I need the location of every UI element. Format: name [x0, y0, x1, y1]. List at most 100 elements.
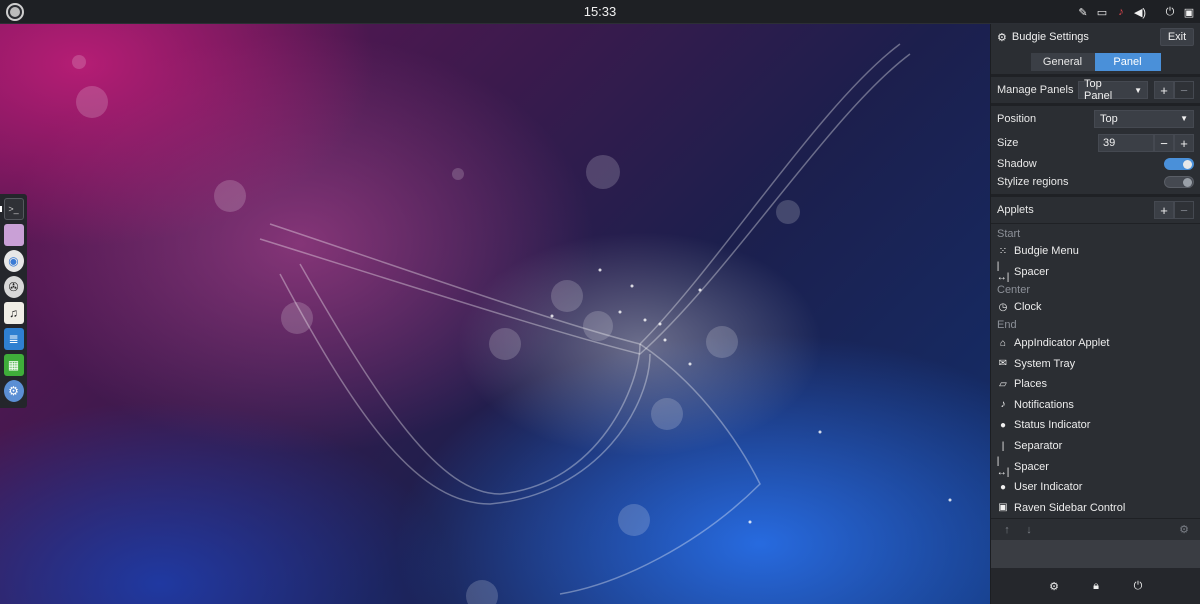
user-icon: ●	[999, 481, 1007, 493]
dock-item-software[interactable]: ✇	[0, 276, 27, 298]
list-item[interactable]: ▣ Raven Sidebar Control	[991, 498, 1200, 519]
list-item[interactable]: ✉ System Tray	[991, 353, 1200, 374]
writer-icon: ≣	[3, 328, 24, 350]
tab-panel[interactable]: Panel	[1094, 53, 1161, 71]
gear-icon: ⚙	[997, 31, 1007, 44]
dock-item-terminal[interactable]: >_	[0, 198, 27, 220]
applet-settings-button[interactable]: ⚙	[1174, 521, 1194, 539]
dock-item-files[interactable]	[0, 224, 27, 246]
applet-list: Start ⁙ Budgie Menu |↔| Spacer Center ◷ Clo…	[991, 226, 1200, 518]
tab-general[interactable]: General	[1030, 53, 1095, 71]
appindicator-icon[interactable]: ✎	[1076, 4, 1090, 20]
applet-label: Clock	[1014, 301, 1042, 314]
toggle-knob	[1183, 178, 1192, 187]
remove-panel-button[interactable]: −	[1174, 81, 1194, 99]
power-icon[interactable]: ⏻	[1163, 4, 1177, 20]
list-item[interactable]: ● User Indicator	[991, 477, 1200, 498]
list-item[interactable]: | Separator	[991, 436, 1200, 457]
stylize-label: Stylize regions	[997, 176, 1069, 188]
panel-select[interactable]: Top Panel ▼	[1078, 78, 1148, 102]
add-applet-button[interactable]: +	[1154, 201, 1174, 219]
applet-label: Places	[1014, 378, 1048, 391]
list-item[interactable]: ⌂ AppIndicator Applet	[991, 333, 1200, 354]
shadow-toggle[interactable]	[1164, 158, 1194, 170]
dock-item-calc[interactable]: ▦	[0, 354, 27, 376]
section-start: Start	[997, 227, 1021, 240]
dock-item-web-browser[interactable]: ◉	[0, 250, 27, 272]
applet-label: Budgie Menu	[1014, 245, 1079, 258]
calc-icon: ▦	[3, 354, 24, 376]
desktop-wallpaper	[0, 24, 990, 604]
settings-header: ⚙ Budgie Settings Exit	[991, 24, 1200, 50]
bell-icon: ♪	[1000, 399, 1006, 411]
list-item[interactable]: ▱ Places	[991, 374, 1200, 395]
spacer-icon: |↔|	[996, 260, 1010, 283]
size-increase-button[interactable]: +	[1174, 134, 1194, 152]
size-row: Size 39 − +	[991, 131, 1200, 155]
notifications-icon[interactable]: ♪	[1114, 4, 1128, 20]
applet-label: Notifications	[1014, 398, 1074, 411]
lock-icon[interactable]: 🔒︎	[1088, 578, 1104, 594]
panel-clock[interactable]: 15:33	[560, 4, 640, 19]
list-item[interactable]: |↔| Spacer	[991, 455, 1200, 478]
budgie-menu-button[interactable]	[6, 3, 24, 21]
plank-dock: >_ ◉ ✇ ♫ ≣ ▦ ⚙	[0, 194, 27, 408]
running-indicator	[0, 206, 2, 212]
exit-button[interactable]: Exit	[1160, 28, 1194, 46]
size-input[interactable]: 39	[1098, 134, 1154, 152]
raven-toggle-icon[interactable]: ▣	[1182, 4, 1196, 20]
applet-label: User Indicator	[1014, 481, 1083, 494]
list-item[interactable]: ⁙ Budgie Menu	[991, 241, 1200, 262]
dock-item-music[interactable]: ♫	[0, 302, 27, 324]
places-icon: ▱	[999, 378, 1007, 390]
settings-title: ⚙ Budgie Settings	[997, 31, 1160, 44]
chevron-down-icon: ▼	[1180, 114, 1188, 123]
stylize-toggle[interactable]	[1164, 176, 1194, 188]
toggle-knob	[1183, 160, 1192, 169]
settings-icon[interactable]: ⚙	[1046, 578, 1062, 594]
files-icon	[3, 224, 24, 246]
volume-icon[interactable]: ◀)	[1133, 4, 1147, 20]
list-item[interactable]: ◷ Clock	[991, 297, 1200, 318]
shadow-label: Shadow	[997, 158, 1037, 170]
applet-label: Spacer	[1014, 265, 1049, 278]
places-icon[interactable]: ▭	[1095, 4, 1109, 20]
position-value: Top	[1100, 112, 1118, 125]
applet-label: System Tray	[1014, 357, 1076, 370]
envelope-icon: ✉	[998, 358, 1008, 370]
size-decrease-button[interactable]: −	[1154, 134, 1174, 152]
chevron-down-icon: ▼	[1134, 85, 1142, 95]
add-panel-button[interactable]: +	[1154, 81, 1174, 99]
list-item[interactable]: |↔| Spacer	[991, 260, 1200, 283]
person-icon: ●	[999, 419, 1007, 431]
position-select[interactable]: Top ▼	[1094, 109, 1194, 128]
remove-applet-button[interactable]: −	[1174, 201, 1194, 219]
settings-tabs: General Panel	[991, 50, 1200, 74]
settings-app-icon: ⚙	[3, 380, 24, 402]
terminal-icon: >_	[3, 198, 24, 220]
move-down-button[interactable]: ↓	[1019, 521, 1039, 539]
applet-label: Spacer	[1014, 460, 1049, 473]
shadow-row: Shadow	[991, 155, 1200, 173]
stylize-row: Stylize regions	[991, 173, 1200, 191]
spacer-icon: |↔|	[996, 455, 1010, 478]
separator-icon: |	[1001, 440, 1005, 452]
dock-item-writer[interactable]: ≣	[0, 328, 27, 350]
section-center: Center	[997, 283, 1031, 296]
raven-icon: ▣	[998, 502, 1008, 514]
position-row: Position Top ▼	[991, 106, 1200, 131]
size-label: Size	[997, 137, 1019, 149]
applets-header-row: Applets + −	[991, 197, 1200, 223]
list-item[interactable]: ♪ Notifications	[991, 395, 1200, 416]
manage-panels-label: Manage Panels	[997, 84, 1074, 96]
applet-label: Separator	[1014, 440, 1063, 453]
system-tray: ✎ ▭ ♪ ◀) ⏻ ▣	[1076, 3, 1196, 21]
clock-icon: ◷	[998, 301, 1008, 313]
applets-label: Applets	[997, 204, 1034, 216]
top-panel: 15:33 ✎ ▭ ♪ ◀) ⏻ ▣	[0, 0, 1200, 24]
raven-footer: ⚙ 🔒︎ ⏻	[991, 568, 1200, 604]
dock-item-settings[interactable]: ⚙	[0, 380, 27, 402]
list-item[interactable]: ● Status Indicator	[991, 415, 1200, 436]
move-up-button[interactable]: ↑	[997, 521, 1017, 539]
power-icon[interactable]: ⏻	[1130, 578, 1146, 594]
